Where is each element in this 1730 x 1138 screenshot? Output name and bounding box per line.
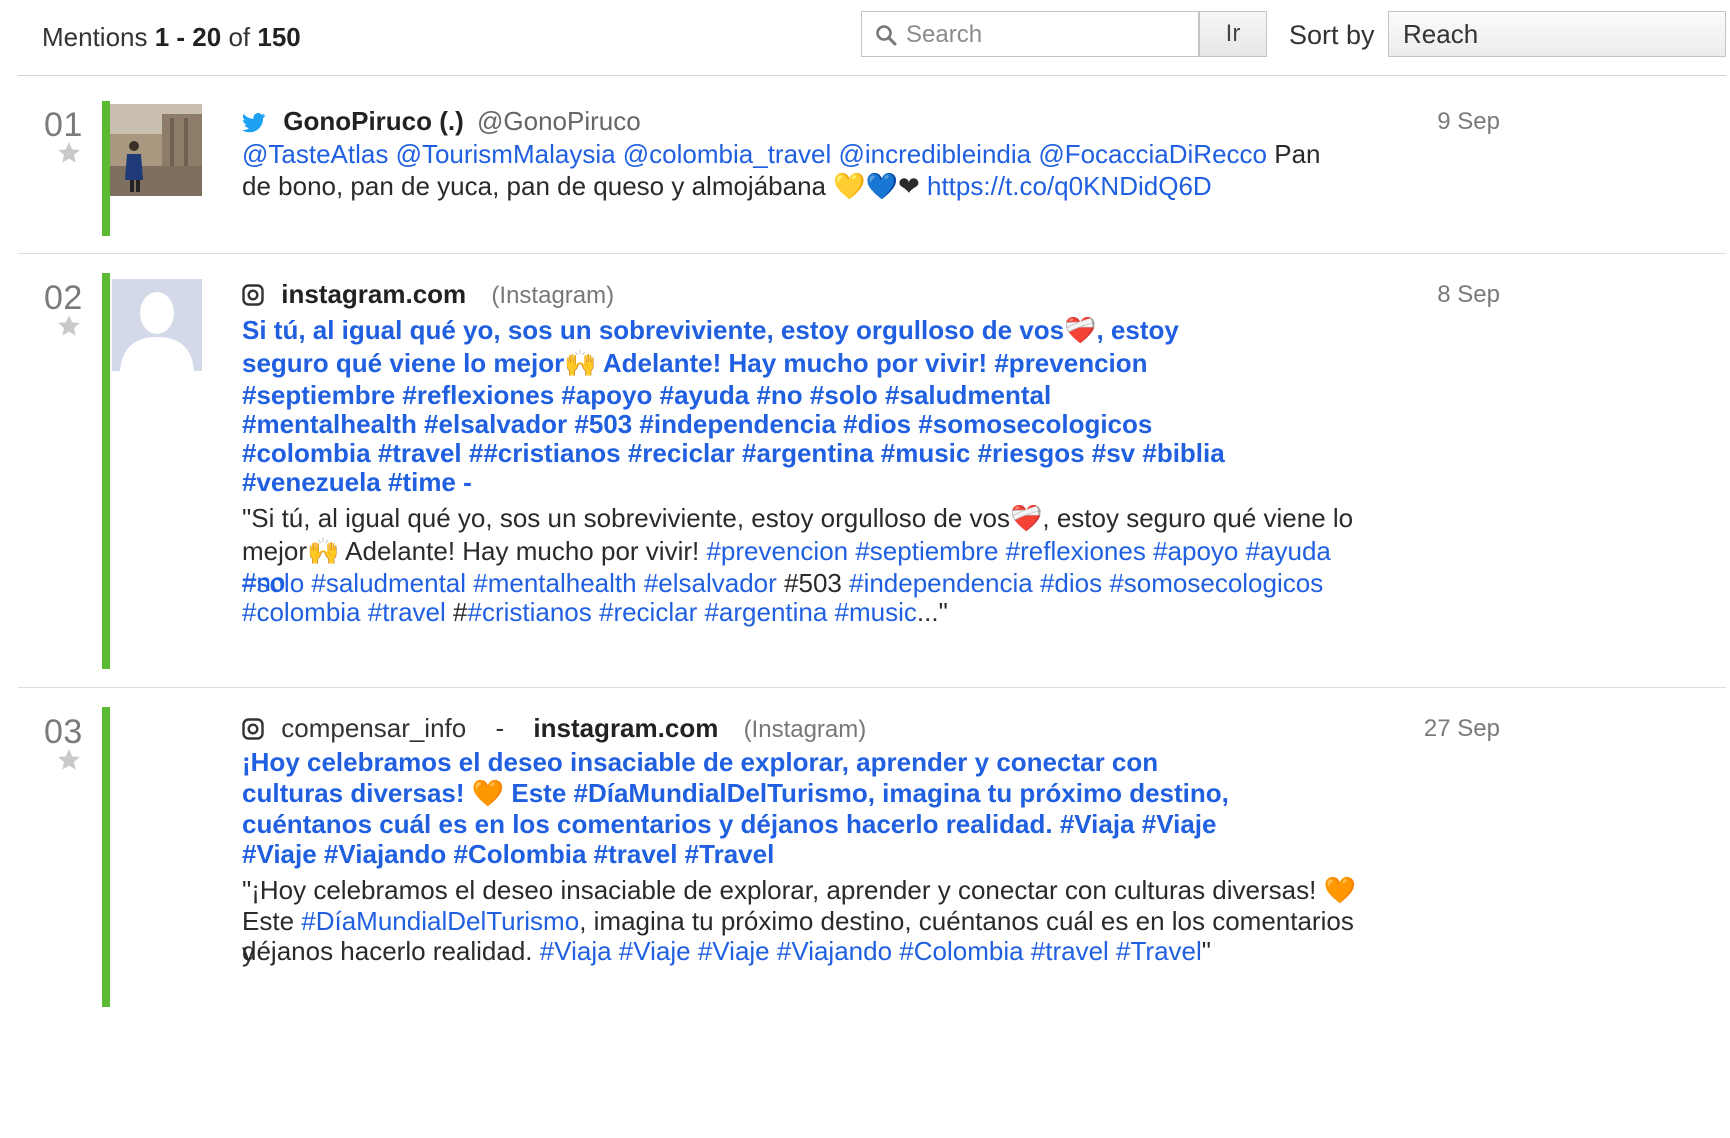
- header-separator: -: [495, 713, 505, 743]
- snippet-text: ": [1201, 936, 1212, 966]
- title-line: #septiembre #reflexiones #apoyo #ayuda #…: [242, 380, 1052, 410]
- star-icon[interactable]: [56, 747, 82, 778]
- mention-domain[interactable]: instagram.com: [533, 713, 718, 743]
- mention-link[interactable]: https://t.co/q0KNDidQ6D: [927, 171, 1212, 201]
- mention-header: compensar_info - instagram.com (Instagra…: [242, 713, 866, 743]
- mention-user[interactable]: compensar_info: [281, 713, 466, 743]
- snippet-hashtags[interactable]: #cristianos #reciclar #argentina #music: [467, 597, 916, 627]
- snippet-hashtags[interactable]: #DíaMundialDelTurismo: [301, 906, 579, 936]
- title-line: cuéntanos cuál es en los comentarios y d…: [242, 809, 1217, 839]
- mention-snippet: "Si tú, al igual qué yo, sos un sobreviv…: [242, 503, 1372, 627]
- snippet-text: Este: [242, 906, 295, 936]
- mentions-toolbar: Mentions 1 - 20 of 150 Ir Sort by Reach: [18, 0, 1726, 76]
- mentions-page: Mentions 1 - 20 of 150 Ir Sort by Reach …: [0, 0, 1730, 1138]
- snippet-text: mejor🙌 Adelante! Hay mucho por vivir!: [242, 536, 700, 566]
- sort-by-value: Reach: [1403, 19, 1479, 49]
- mention-row[interactable]: 03 compensar_info - instagram.com (Insta…: [18, 689, 1726, 1138]
- search-go-button[interactable]: Ir: [1199, 11, 1267, 57]
- snippet-text: "Si tú, al igual qué yo, sos un sobreviv…: [242, 503, 1354, 533]
- title-line: #venezuela #time -: [242, 467, 472, 497]
- mention-snippet: "¡Hoy celebramos el deseo insaciable de …: [242, 875, 1372, 967]
- default-avatar[interactable]: [112, 279, 202, 371]
- mention-row[interactable]: 01 GonoPiruco (.) @GonoPiruco 9 Sep @Tas…: [18, 88, 1726, 254]
- mention-title[interactable]: Si tú, al igual qué yo, sos un sobrevivi…: [242, 315, 1252, 497]
- mention-date: 8 Sep: [1437, 281, 1500, 308]
- star-icon[interactable]: [56, 313, 82, 344]
- search-input[interactable]: [906, 20, 1186, 50]
- of-label: of: [228, 22, 251, 52]
- mention-date: 27 Sep: [1423, 715, 1500, 742]
- title-line: #Viaje #Viajando #Colombia #travel #Trav…: [242, 839, 775, 869]
- snippet-line: #solo #saludmental #mentalhealth #elsalv…: [242, 568, 1372, 598]
- snippet-hashtags[interactable]: #Viaja #Viaje #Viaje #Viajando #Colombia…: [540, 936, 1202, 966]
- mention-body: @TasteAtlas @TourismMalaysia @colombia_t…: [242, 138, 1352, 202]
- mention-date: 9 Sep: [1437, 108, 1500, 135]
- instagram-icon: [242, 716, 264, 747]
- mentions-count: Mentions 1 - 20 of 150: [42, 22, 301, 53]
- snippet-ellipsis: ...": [916, 597, 948, 627]
- sentiment-bar: [102, 707, 110, 1007]
- mention-handle[interactable]: @GonoPiruco: [477, 106, 641, 136]
- title-line: #colombia #travel ##cristianos #reciclar…: [242, 438, 1225, 468]
- title-line: #mentalhealth #elsalvador #503 #independ…: [242, 409, 1153, 439]
- title-line: Si tú, al igual qué yo, sos un sobrevivi…: [242, 315, 1179, 345]
- sort-by-label: Sort by: [1289, 20, 1375, 50]
- mention-author[interactable]: GonoPiruco (.): [283, 106, 464, 136]
- mentions-total: 150: [257, 22, 301, 52]
- mention-network: (Instagram): [743, 716, 867, 743]
- title-line: seguro qué viene lo mejor🙌 Adelante! Hay…: [242, 348, 1148, 378]
- sentiment-bar: [102, 101, 110, 236]
- snippet-line: #colombia #travel ##cristianos #reciclar…: [242, 597, 1372, 627]
- avatar[interactable]: [110, 104, 202, 196]
- search-icon: [875, 24, 897, 51]
- twitter-bird-icon: [242, 109, 266, 140]
- snippet-line: mejor🙌 Adelante! Hay mucho por vivir! #p…: [242, 536, 1372, 597]
- sort-by-select[interactable]: Reach: [1388, 11, 1726, 57]
- snippet-hashtags[interactable]: #solo #saludmental #mentalhealth #elsalv…: [242, 568, 777, 598]
- mention-network: (Instagram): [491, 282, 615, 309]
- mention-header: GonoPiruco (.) @GonoPiruco: [242, 106, 641, 136]
- search-box[interactable]: [861, 11, 1199, 57]
- instagram-icon: [242, 282, 264, 313]
- snippet-text: "¡Hoy celebramos el deseo insaciable de …: [242, 875, 1356, 905]
- snippet-text: #503: [784, 568, 842, 598]
- snippet-line: "Si tú, al igual qué yo, sos un sobreviv…: [242, 503, 1372, 536]
- snippet-hashtags[interactable]: #colombia #travel: [242, 597, 446, 627]
- mention-tags[interactable]: @TasteAtlas @TourismMalaysia @colombia_t…: [242, 139, 1267, 169]
- snippet-line: Este #DíaMundialDelTurismo, imagina tu p…: [242, 906, 1372, 967]
- mention-header: instagram.com (Instagram): [242, 279, 614, 309]
- snippet-hashtags[interactable]: #independencia #dios #somosecologicos: [849, 568, 1323, 598]
- mentions-range: 1 - 20: [154, 22, 222, 52]
- star-icon[interactable]: [56, 140, 82, 171]
- mention-domain[interactable]: instagram.com: [281, 279, 466, 309]
- title-line: culturas diversas! 🧡 Este #DíaMundialDel…: [242, 778, 1229, 808]
- snippet-line: déjanos hacerlo realidad. #Viaja #Viaje …: [242, 936, 1372, 966]
- sentiment-bar: [102, 273, 110, 669]
- snippet-text: déjanos hacerlo realidad.: [242, 936, 533, 966]
- mention-title[interactable]: ¡Hoy celebramos el deseo insaciable de e…: [242, 747, 1262, 869]
- snippet-text: #: [453, 597, 468, 627]
- mention-row[interactable]: 02 instagram.com (Instagram) 8 Sep Si tú…: [18, 255, 1726, 688]
- snippet-line: "¡Hoy celebramos el deseo insaciable de …: [242, 875, 1372, 906]
- title-line: ¡Hoy celebramos el deseo insaciable de e…: [242, 747, 1159, 777]
- mentions-label: Mentions: [42, 22, 148, 52]
